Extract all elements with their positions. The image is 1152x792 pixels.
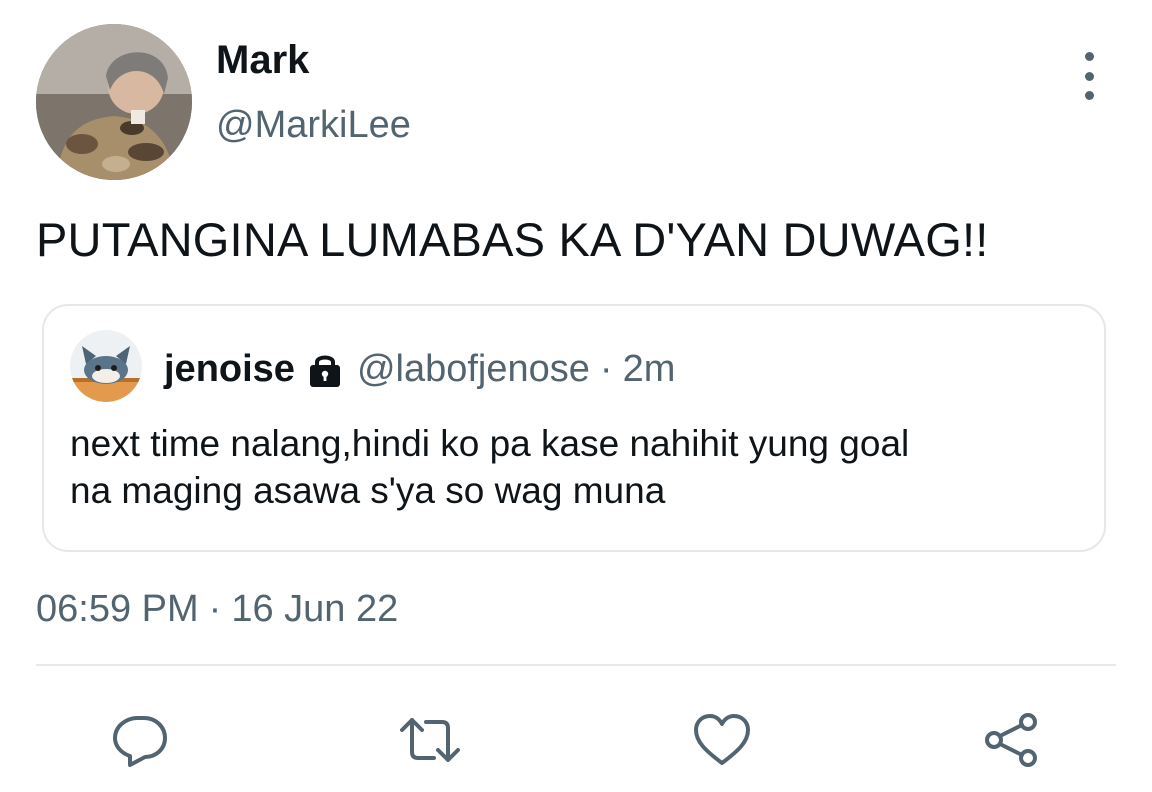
quoted-tweet-age: 2m xyxy=(622,348,676,390)
author-display-name[interactable]: Mark xyxy=(216,38,309,83)
speech-bubble-icon xyxy=(113,716,167,767)
author-handle[interactable]: @MarkiLee xyxy=(216,104,411,147)
tweet-date: 16 Jun 22 xyxy=(231,588,399,630)
lock-icon xyxy=(309,355,340,387)
quoted-author-handle[interactable]: @labofjenose xyxy=(357,348,590,391)
heart-icon xyxy=(694,714,750,765)
more-dot-icon xyxy=(1084,91,1094,100)
retweet-button[interactable] xyxy=(398,708,462,772)
quoted-tweet-text-line: na maging asawa s'ya so wag muna xyxy=(70,470,666,511)
quoted-tweet-text-line: next time nalang,hindi ko pa kase nahihi… xyxy=(70,423,910,464)
retweet-icon xyxy=(400,718,460,762)
profile-photo xyxy=(36,24,192,180)
more-options-button[interactable] xyxy=(1072,52,1106,100)
more-dot-icon xyxy=(1084,52,1094,61)
separator-dot: · xyxy=(599,348,613,390)
quoted-author-name[interactable]: jenoise xyxy=(164,348,295,391)
quoted-author-avatar xyxy=(70,330,142,402)
quoted-tweet-text: next time nalang,hindi ko pa kase nahihi… xyxy=(70,420,1070,514)
tweet-timestamp[interactable]: 06:59 PM · 16 Jun 22 xyxy=(36,588,398,631)
tweet-text: PUTANGINA LUMABAS KA D'YAN DUWAG!! xyxy=(36,213,989,266)
separator-dot: · xyxy=(208,588,222,630)
share-icon xyxy=(985,713,1037,767)
tweet-time: 06:59 PM xyxy=(36,588,199,630)
share-button[interactable] xyxy=(980,708,1044,772)
more-dot-icon xyxy=(1084,71,1094,81)
divider xyxy=(36,664,1116,666)
reply-button[interactable] xyxy=(108,708,172,772)
cartoon-cat-avatar-icon xyxy=(70,330,142,402)
quoted-tweet-header: jenoise @labofjenose · 2m xyxy=(164,348,675,391)
like-button[interactable] xyxy=(690,708,754,772)
author-avatar[interactable] xyxy=(36,24,192,180)
quoted-tweet-card[interactable]: jenoise @labofjenose · 2m next time nala… xyxy=(42,304,1106,552)
